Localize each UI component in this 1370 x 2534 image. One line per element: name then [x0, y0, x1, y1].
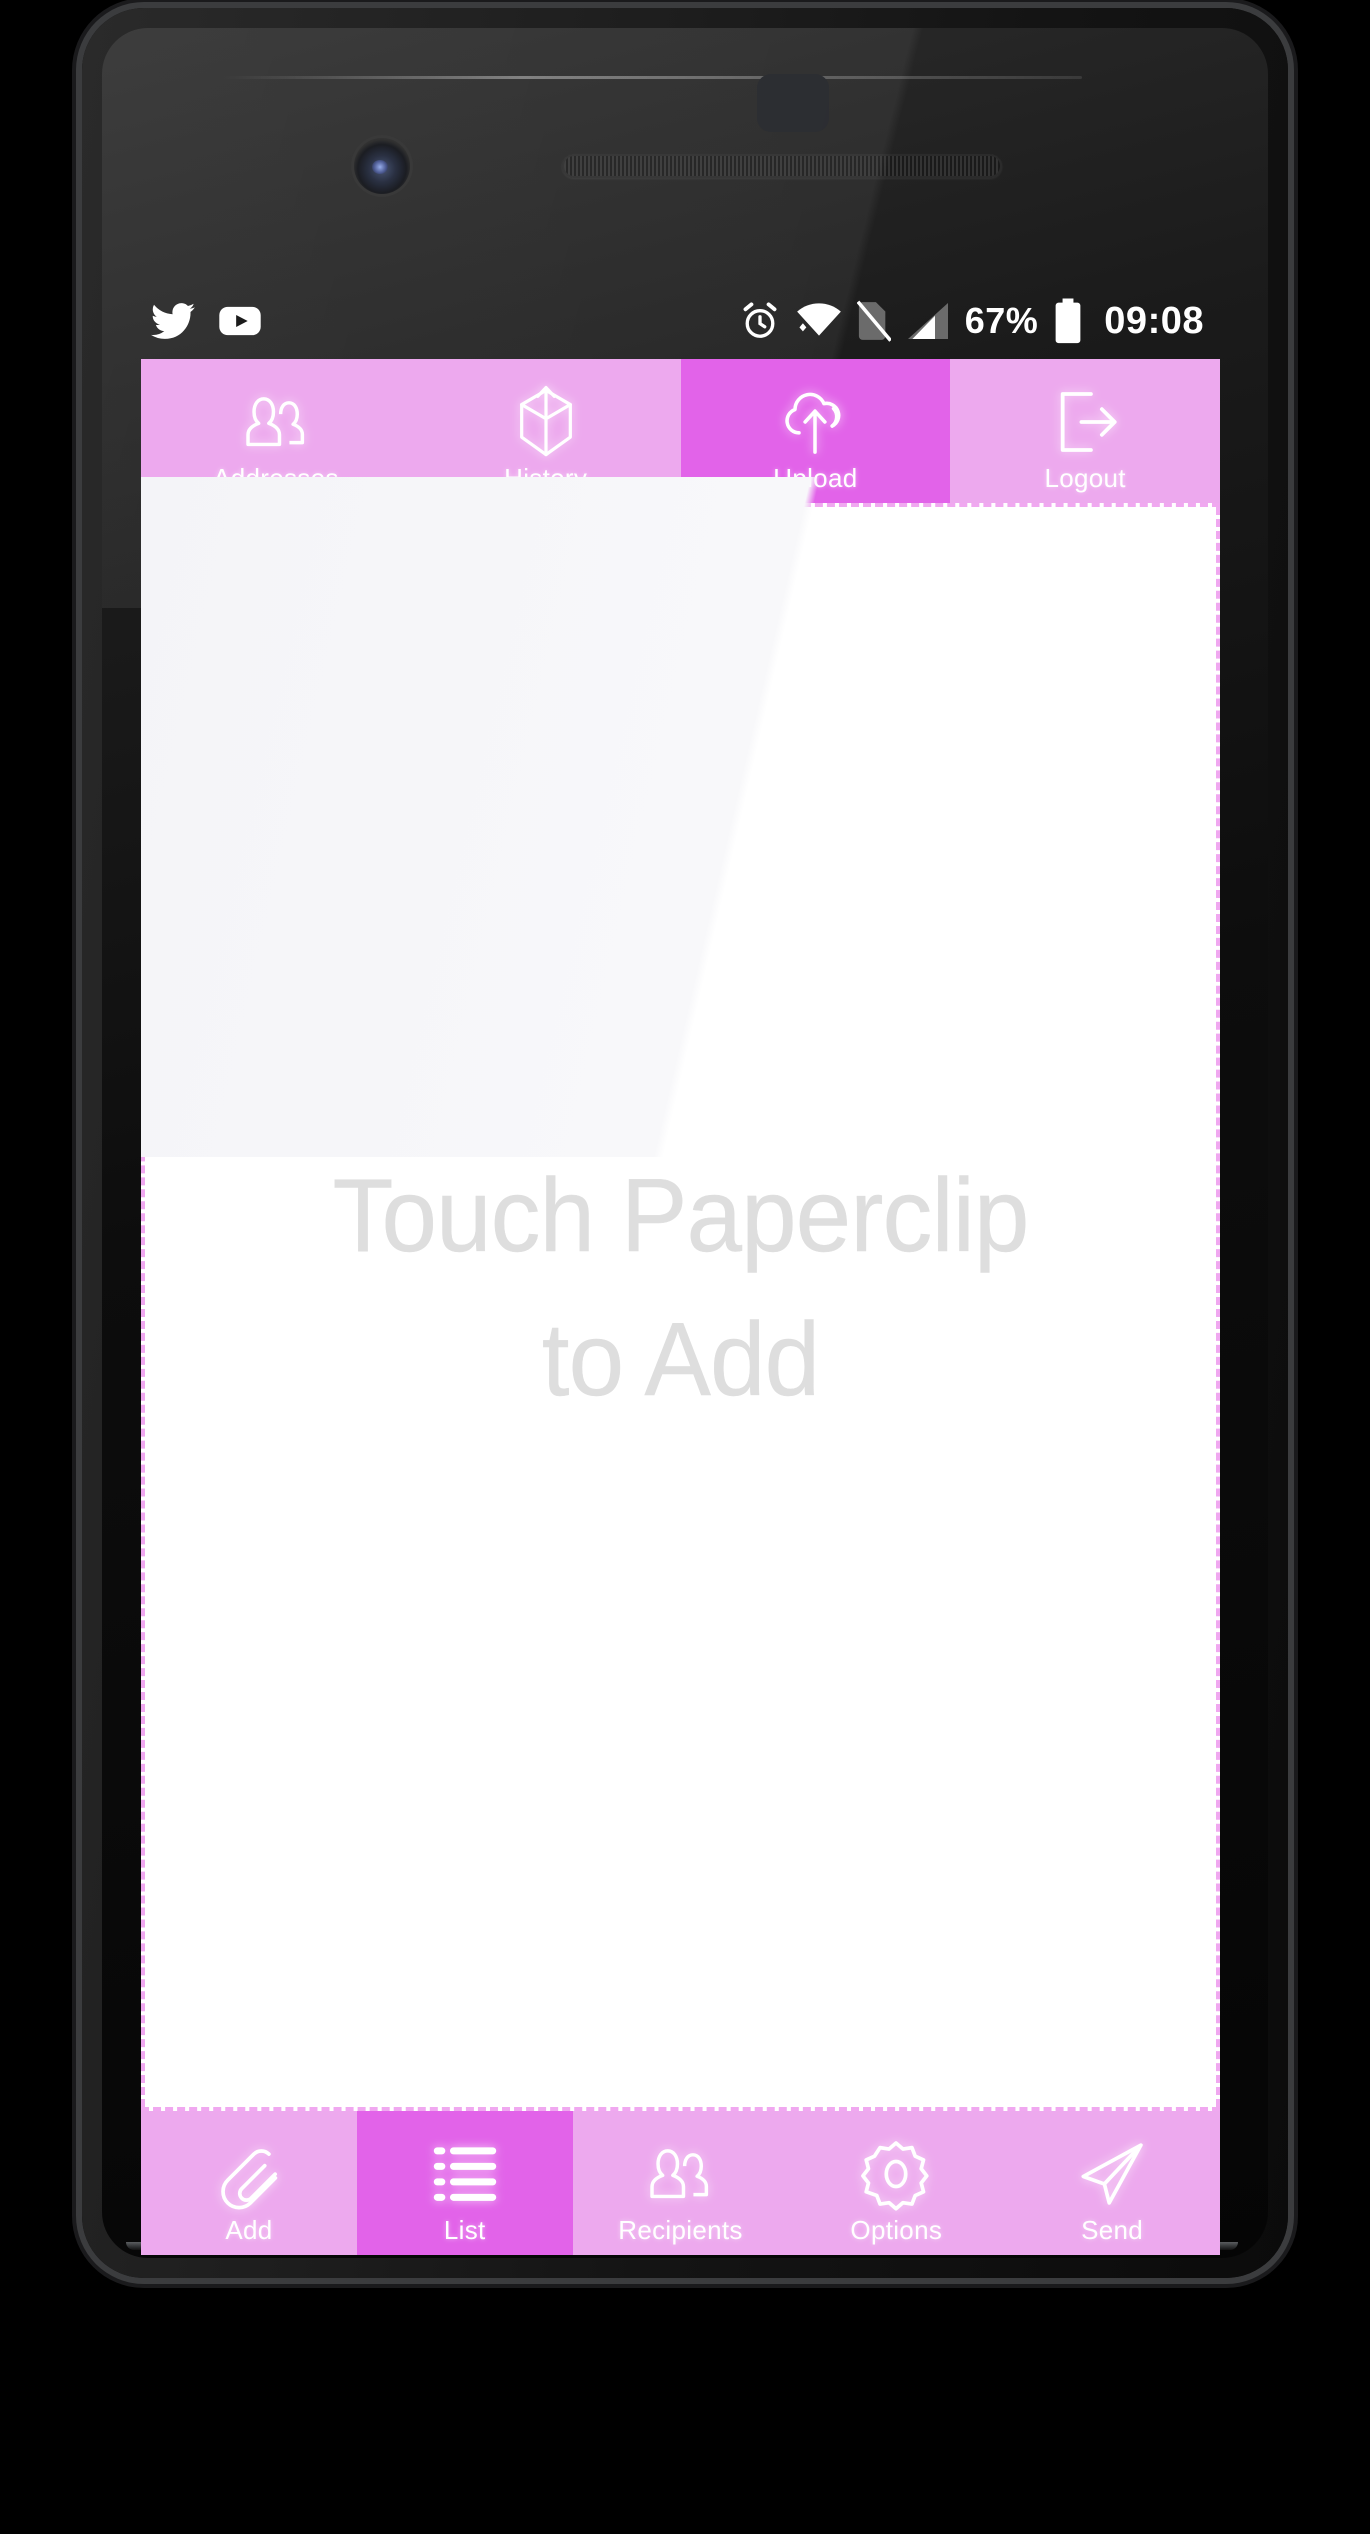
front-camera [354, 138, 410, 194]
proximity-sensor [757, 74, 829, 132]
status-bar-notifications [151, 298, 263, 344]
bottom-nav-item-recipients[interactable]: Recipients [572, 2111, 789, 2255]
people-icon [573, 2133, 789, 2215]
bottom-nav-label-options: Options [850, 2215, 943, 2245]
people-icon [141, 381, 411, 463]
paper-plane-icon [1004, 2133, 1220, 2215]
top-nav-item-logout[interactable]: Logout [950, 359, 1220, 503]
bottom-nav-item-send[interactable]: Send [1004, 2111, 1220, 2255]
cloud-upload-icon [681, 381, 951, 463]
glass-hairline [222, 76, 1082, 79]
no-sim-icon [856, 300, 891, 342]
wifi-icon [796, 301, 842, 341]
twitter-icon [151, 299, 195, 343]
list-icon [357, 2133, 573, 2215]
status-bar-clock: 09:08 [1104, 299, 1204, 342]
alarm-clock-icon [739, 300, 781, 342]
device-frame: 67% 09:08 Addresses History Upload Logou… [0, 0, 1370, 2534]
top-nav-label-history: History [504, 463, 588, 493]
placeholder-line-2: to Add [541, 1302, 821, 1418]
cellular-signal-icon [906, 301, 950, 341]
top-nav-item-addresses[interactable]: Addresses [141, 359, 411, 503]
top-nav-item-history[interactable]: History [410, 359, 681, 503]
gear-icon [788, 2133, 1004, 2215]
top-navigation-bar: Addresses History Upload Logout [141, 359, 1220, 507]
top-nav-label-addresses: Addresses [213, 463, 339, 493]
empty-state-placeholder: Touch Paperclip to Add [166, 1145, 1194, 1432]
top-nav-item-upload[interactable]: Upload [680, 359, 951, 503]
screen-glare-overlay [141, 477, 1220, 1157]
box-arrow-up-icon [411, 381, 681, 463]
status-bar: 67% 09:08 [141, 283, 1220, 359]
bottom-nav-label-recipients: Recipients [618, 2215, 743, 2245]
bottom-nav-item-options[interactable]: Options [788, 2111, 1005, 2255]
battery-percent-label: 67% [964, 300, 1039, 341]
bottom-navigation-bar: Add List Recipients Options Send [141, 2107, 1220, 2255]
bottom-nav-label-list: List [443, 2215, 486, 2245]
earpiece-speaker [562, 154, 1002, 178]
top-nav-label-upload: Upload [773, 463, 858, 493]
paperclip-icon [141, 2133, 357, 2215]
top-nav-label-logout: Logout [1044, 463, 1126, 493]
status-bar-system-icons: 67% 09:08 [739, 298, 1204, 344]
bottom-nav-label-send: Send [1081, 2215, 1144, 2245]
youtube-icon [217, 298, 263, 344]
placeholder-line-1: Touch Paperclip [332, 1158, 1029, 1275]
exit-arrow-icon [950, 381, 1220, 463]
attachment-content-area[interactable]: Touch Paperclip to Add [141, 477, 1220, 2107]
bottom-nav-item-list[interactable]: List [356, 2111, 573, 2255]
bottom-nav-label-add: Add [225, 2215, 273, 2245]
app-screen: Addresses History Upload Logout Touch Pa… [141, 359, 1220, 2255]
battery-icon [1053, 298, 1083, 344]
bottom-nav-item-add[interactable]: Add [141, 2111, 357, 2255]
